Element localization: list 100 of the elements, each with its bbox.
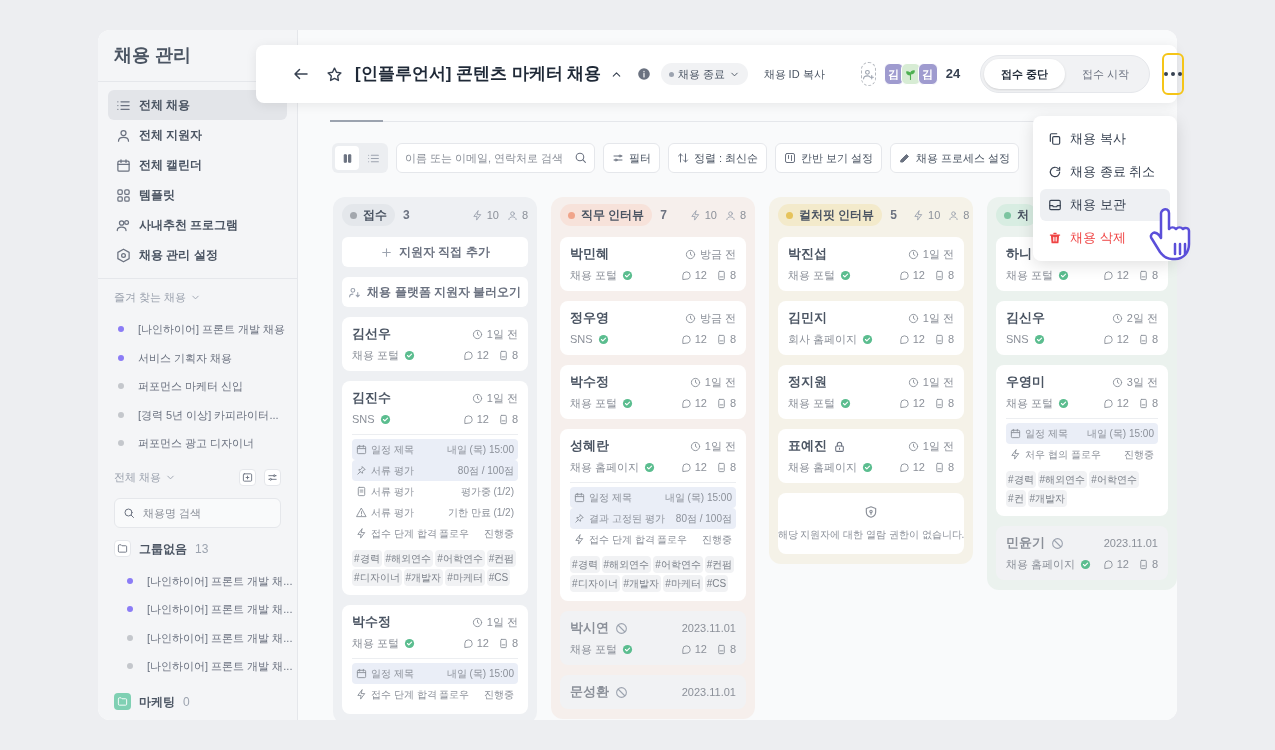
job-item[interactable]: [나인하이어] 프론트 개발 채...: [98, 566, 297, 595]
applicant-name: 박진섭: [788, 245, 827, 264]
applicant-card[interactable]: 정우영 방금 전 SNS 12 8: [560, 301, 746, 355]
group-name[interactable]: 그룹없음: [139, 539, 187, 558]
source-text: 채용 홈페이지: [788, 459, 858, 475]
job-item[interactable]: [나인하이어] 프론트 개발 채...: [98, 623, 297, 652]
favorite-item[interactable]: 퍼포먼스 광고 디자이너: [98, 429, 297, 458]
bolt-icon: [356, 689, 367, 700]
time-text: 1일 전: [922, 438, 954, 454]
comment-count: 12: [1116, 267, 1129, 283]
job-item[interactable]: [나인하이어] 프론트 개발 채...: [98, 595, 297, 624]
group-name[interactable]: 마케팅: [139, 692, 175, 711]
applicant-card[interactable]: 우영미 3일 전 채용 포털 12 8 일정 제목 내일 (목) 15:00 처우 협의 플로우 진행중 #경력 #해외연수 #어학연수 #컨 #개발자: [996, 365, 1168, 516]
nav-item[interactable]: 전체 채용: [108, 90, 287, 120]
detail-label: 서류 평가: [371, 464, 414, 478]
status-dropdown[interactable]: 채용 종료: [660, 63, 748, 85]
document-icon: [356, 486, 367, 497]
detail-value: 내일 (목) 15:00: [1086, 427, 1154, 441]
applicant-name: 박수정: [352, 613, 391, 632]
clock-icon: [907, 248, 919, 260]
info-icon: [636, 67, 651, 81]
applicant-card[interactable]: 김선우 1일 전 채용 포털 12 8: [342, 317, 528, 371]
toolbar-button[interactable]: 칸반 보기 설정: [775, 143, 883, 173]
toggle-option[interactable]: 접수 시작: [1065, 59, 1147, 89]
comment-icon: [1102, 397, 1114, 409]
more-button[interactable]: [1162, 53, 1185, 95]
favorite-item[interactable]: [나인하이어] 프론트 개발 채용: [98, 315, 297, 344]
ban-icon: [615, 685, 628, 699]
sliders-icon: [267, 472, 278, 483]
source-text: 채용 포털: [788, 395, 836, 411]
favorite-item[interactable]: 퍼포먼스 마케터 신입: [98, 372, 297, 401]
clock-icon: [471, 328, 483, 340]
folder-plus-icon: [242, 472, 253, 483]
search-icon: [574, 151, 587, 164]
tag: #컨펌: [486, 550, 517, 567]
toolbar-button[interactable]: 필터: [603, 143, 660, 173]
star-icon: [326, 65, 343, 83]
applicant-name: 성혜란: [570, 437, 609, 456]
toolbar-button[interactable]: 채용 프로세스 설정: [890, 143, 1020, 173]
detail-label: 일정 제목: [1025, 427, 1068, 441]
applicant-name: 표예진: [788, 437, 827, 456]
check-icon: [862, 333, 874, 345]
action-button[interactable]: 채용 플랫폼 지원자 불러오기: [342, 277, 528, 307]
add-folder-button[interactable]: [239, 469, 256, 486]
avatar: 김: [883, 63, 904, 85]
favorite-button[interactable]: [326, 65, 343, 83]
comment-count: 12: [694, 395, 707, 411]
detail-value: 내일 (목) 15:00: [446, 667, 514, 681]
item-label: 서비스 기획자 채용: [138, 350, 233, 366]
applicant-name: 김선우: [352, 325, 391, 344]
applicant-card[interactable]: 김신우 2일 전 SNS 12 8: [996, 301, 1168, 355]
applicant-card[interactable]: 정지원 1일 전 채용 포털 12 8: [778, 365, 964, 419]
file-count: 8: [729, 641, 736, 657]
check-icon: [1033, 333, 1045, 345]
applicant-card[interactable]: 성혜란 1일 전 채용 홈페이지 12 8 일정 제목 내일 (목) 15:00 결과 고정된 평가 80점 / 100점 접수 단계 합격 플로우 진행중 #경력 #해외연수 #어학연수 #컨펌 #디자이너 #개발자 #마케터 #CS: [560, 429, 746, 601]
applicant-card[interactable]: 김민지 1일 전 회사 홈페이지 12 8: [778, 301, 964, 355]
favorite-item[interactable]: [경력 5년 이상] 카피라이터...: [98, 400, 297, 429]
applicant-card[interactable]: 박수정 1일 전 채용 포털 12 8 일정 제목 내일 (목) 15:00 접수 단계 합격 플로우 진행중: [342, 605, 528, 714]
action-button[interactable]: 지원자 직접 추가: [342, 237, 528, 267]
job-item[interactable]: [나인하이어] 프론트 개발 채...: [98, 652, 297, 681]
bolt-icon: [356, 528, 367, 539]
applicant-card[interactable]: 표예진 1일 전 채용 홈페이지 12 8: [778, 429, 964, 483]
tag: #마케터: [445, 569, 485, 586]
copy-id-link[interactable]: 채용 ID 복사: [763, 65, 825, 83]
check-icon: [404, 637, 416, 649]
favorite-item[interactable]: 서비스 기획자 채용: [98, 343, 297, 372]
tag: #컨펌: [704, 556, 735, 573]
source-text: SNS: [1006, 331, 1029, 347]
tag: #디자이너: [570, 575, 620, 592]
filter-button[interactable]: [264, 469, 281, 486]
source-text: 채용 포털: [570, 641, 618, 657]
group-count: 0: [183, 693, 190, 711]
detail-label: 접수 단계 합격 플로우: [589, 533, 688, 547]
stat-count: 8: [739, 207, 746, 223]
menu-item[interactable]: 채용 보관: [1040, 189, 1170, 221]
file-count: 8: [511, 347, 518, 363]
search-field[interactable]: 이름 또는 이메일, 연락처로 검색: [396, 143, 595, 173]
grid-icon: [116, 187, 131, 203]
phone-icon: [497, 637, 509, 649]
applicant-card[interactable]: 박수정 1일 전 채용 포털 12 8: [560, 365, 746, 419]
clock-icon: [1111, 376, 1123, 388]
search-field[interactable]: 채용명 검색: [114, 497, 281, 528]
applicant-name: 김진수: [352, 389, 391, 408]
comment-icon: [898, 333, 910, 345]
applicant-card[interactable]: 김진수 1일 전 SNS 12 8 일정 제목 내일 (목) 15:00 서류 평가 80점 / 100점 서류 평가 평가중 (1/2) 서류 평가 기한 만료 (1/2) 접수 단계 합격 플로우 진행중 #경력 #해외연수 #어학연수 #컨펌 #디자이너 #개발자 #마케터 #CS: [342, 381, 528, 595]
comment-count: 12: [912, 331, 925, 347]
detail-label: 결과 고정된 평가: [589, 512, 665, 526]
toggle-option[interactable]: 접수 중단: [984, 59, 1066, 89]
comment-icon: [680, 643, 692, 655]
item-label: [나인하이어] 프론트 개발 채...: [147, 602, 293, 617]
comment-icon: [462, 413, 474, 425]
lock-icon: [833, 439, 846, 453]
phone-icon: [1137, 397, 1149, 409]
applicant-card[interactable]: 박민혜 방금 전 채용 포털 12 8: [560, 237, 746, 291]
toolbar-button[interactable]: 정렬 : 최신순: [668, 143, 768, 173]
warning-icon: [356, 507, 367, 518]
applicant-card[interactable]: 박진섭 1일 전 채용 포털 12 8: [778, 237, 964, 291]
file-count: 8: [1151, 556, 1158, 572]
filter-icon: [612, 152, 624, 164]
view-button[interactable]: [335, 146, 359, 170]
